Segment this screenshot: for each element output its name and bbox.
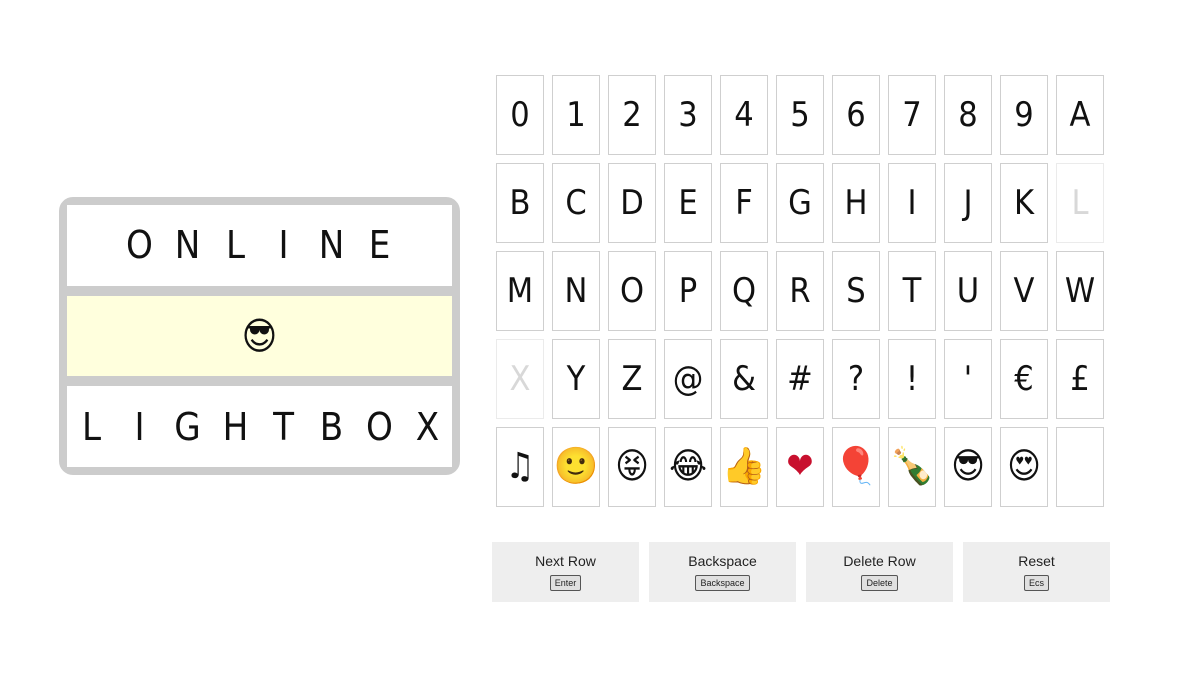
key-r[interactable]: R xyxy=(776,251,824,331)
key-t[interactable]: T xyxy=(888,251,936,331)
key-n[interactable]: N xyxy=(552,251,600,331)
lightbox-char: 😎 xyxy=(241,314,278,358)
key-q[interactable]: Q xyxy=(720,251,768,331)
key-1[interactable]: 1 xyxy=(552,75,600,155)
heart-icon: ❤ xyxy=(786,446,814,487)
thumbs-up-icon: 👍 xyxy=(721,446,767,487)
key-5[interactable]: 5 xyxy=(776,75,824,155)
backspace-button[interactable]: Backspace Backspace xyxy=(649,542,796,602)
character-keyboard: 0 1 2 3 4 5 6 7 8 9 A B C D E F G H I J K L M N O P Q R S T U V W X Y Z @ & #?… xyxy=(496,75,1106,507)
emoji-key[interactable]: 👍 xyxy=(720,427,768,507)
lightbox-char: I xyxy=(278,223,289,268)
emoji-key[interactable]: 🙂 xyxy=(552,427,600,507)
lightbox-char: H xyxy=(222,404,249,449)
key-e[interactable]: E xyxy=(664,163,712,243)
key-d[interactable]: D xyxy=(608,163,656,243)
escape-key-hint: Ecs xyxy=(1023,575,1049,591)
key-symbol[interactable]: € xyxy=(1000,339,1048,419)
emoji-key[interactable]: 🎈 xyxy=(832,427,880,507)
lightbox-char: O xyxy=(366,404,393,449)
key-f[interactable]: F xyxy=(720,163,768,243)
key-symbol[interactable]: ? xyxy=(832,339,880,419)
delete-key-hint: Delete xyxy=(861,575,898,591)
emoji-key[interactable] xyxy=(1056,427,1104,507)
delete-row-button[interactable]: Delete Row Delete xyxy=(806,542,953,602)
action-buttons: Next Row Enter Backspace Backspace Delet… xyxy=(492,542,1110,602)
key-0[interactable]: 0 xyxy=(496,75,544,155)
key-symbol[interactable]: # xyxy=(776,339,824,419)
lightbox: ONLINE 😎 LIGHTBOX xyxy=(59,197,460,475)
music-note-icon: ♫ xyxy=(505,446,535,487)
key-h[interactable]: H xyxy=(832,163,880,243)
key-2[interactable]: 2 xyxy=(608,75,656,155)
squinting-tongue-face-icon: 😝 xyxy=(615,446,649,487)
lightbox-char: N xyxy=(174,223,201,268)
lightbox-char: O xyxy=(126,223,153,268)
key-7[interactable]: 7 xyxy=(888,75,936,155)
key-u[interactable]: U xyxy=(944,251,992,331)
emoji-key[interactable]: 😍 xyxy=(1000,427,1048,507)
key-j[interactable]: J xyxy=(944,163,992,243)
key-w[interactable]: W xyxy=(1056,251,1104,331)
sunglasses-face-icon: 😎 xyxy=(951,446,985,487)
key-p[interactable]: P xyxy=(664,251,712,331)
key-c[interactable]: C xyxy=(552,163,600,243)
heart-eyes-face-icon: 😍 xyxy=(1007,446,1041,487)
next-row-label: Next Row xyxy=(535,553,596,569)
delete-row-label: Delete Row xyxy=(843,553,916,569)
key-l[interactable]: L xyxy=(1056,163,1104,243)
key-4[interactable]: 4 xyxy=(720,75,768,155)
key-symbol[interactable]: £ xyxy=(1056,339,1104,419)
key-v[interactable]: V xyxy=(1000,251,1048,331)
key-g[interactable]: G xyxy=(776,163,824,243)
emoji-key[interactable]: ♫ xyxy=(496,427,544,507)
key-8[interactable]: 8 xyxy=(944,75,992,155)
key-9[interactable]: 9 xyxy=(1000,75,1048,155)
key-symbol[interactable]: & xyxy=(720,339,768,419)
key-o[interactable]: O xyxy=(608,251,656,331)
emoji-key[interactable]: ❤ xyxy=(776,427,824,507)
lightbox-char: X xyxy=(415,404,440,449)
lightbox-char: E xyxy=(368,223,391,268)
lightbox-row-1[interactable]: ONLINE xyxy=(67,205,452,286)
key-6[interactable]: 6 xyxy=(832,75,880,155)
key-z[interactable]: Z xyxy=(608,339,656,419)
key-s[interactable]: S xyxy=(832,251,880,331)
key-a[interactable]: A xyxy=(1056,75,1104,155)
balloon-icon: 🎈 xyxy=(833,446,879,487)
key-symbol[interactable]: ' xyxy=(944,339,992,419)
lightbox-char: B xyxy=(319,404,344,449)
reset-button[interactable]: Reset Ecs xyxy=(963,542,1110,602)
lightbox-char: T xyxy=(273,404,294,449)
backspace-label: Backspace xyxy=(688,553,757,569)
emoji-key[interactable]: 😂 xyxy=(664,427,712,507)
key-b[interactable]: B xyxy=(496,163,544,243)
enter-key-hint: Enter xyxy=(549,575,582,591)
key-symbol[interactable]: @ xyxy=(664,339,712,419)
emoji-key[interactable]: 😝 xyxy=(608,427,656,507)
reset-label: Reset xyxy=(1018,553,1055,569)
lightbox-char: N xyxy=(318,223,345,268)
backspace-key-hint: Backspace xyxy=(695,575,750,591)
key-m[interactable]: M xyxy=(496,251,544,331)
lightbox-char: G xyxy=(174,404,201,449)
lightbox-char: L xyxy=(225,223,246,268)
emoji-key[interactable]: 🍾 xyxy=(888,427,936,507)
emoji-key[interactable]: 😎 xyxy=(944,427,992,507)
key-3[interactable]: 3 xyxy=(664,75,712,155)
lightbox-row-2[interactable]: 😎 xyxy=(67,295,452,377)
lightbox-row-3[interactable]: LIGHTBOX xyxy=(67,386,452,468)
tears-of-joy-face-icon: 😂 xyxy=(669,446,707,487)
lightbox-char: L xyxy=(81,404,102,449)
slightly-smiling-face-icon: 🙂 xyxy=(553,446,599,487)
next-row-button[interactable]: Next Row Enter xyxy=(492,542,639,602)
key-x[interactable]: X xyxy=(496,339,544,419)
lightbox-char: I xyxy=(134,404,145,449)
key-k[interactable]: K xyxy=(1000,163,1048,243)
key-y[interactable]: Y xyxy=(552,339,600,419)
key-i[interactable]: I xyxy=(888,163,936,243)
champagne-bottle-icon: 🍾 xyxy=(889,446,935,487)
key-symbol[interactable]: ! xyxy=(888,339,936,419)
